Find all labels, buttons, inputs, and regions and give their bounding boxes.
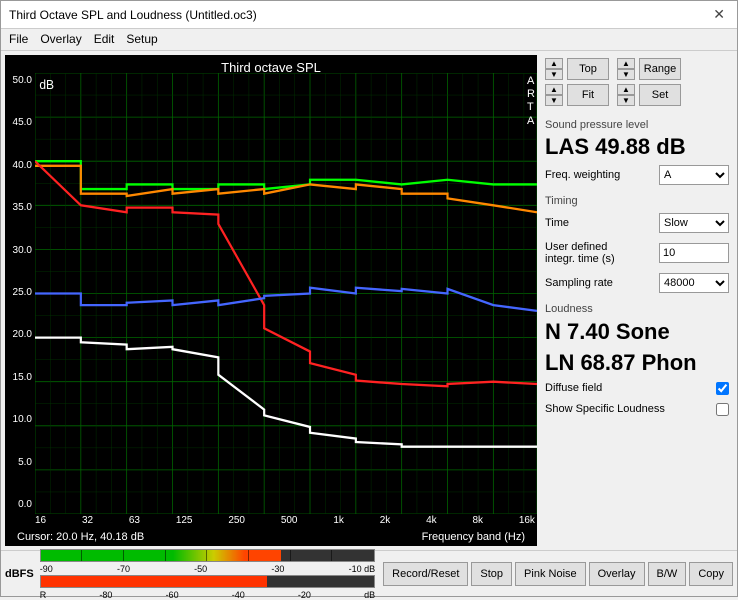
main-window: Third Octave SPL and Loudness (Untitled.… xyxy=(0,0,738,597)
level-row-2 xyxy=(40,574,375,590)
x-axis: 16 32 63 125 250 500 1k 2k 4k 8k 16k xyxy=(35,514,537,528)
range-spinner: ▲ ▼ xyxy=(617,58,635,80)
level-fill-2 xyxy=(41,576,268,587)
set-spinner: ▲ ▼ xyxy=(617,84,635,106)
menu-overlay[interactable]: Overlay xyxy=(40,32,81,47)
svg-text:dB: dB xyxy=(39,78,54,92)
sampling-rate-row: Sampling rate 48000 44100 96000 xyxy=(545,273,729,293)
loudness-n-value: N 7.40 Sone xyxy=(545,319,729,345)
sampling-rate-select[interactable]: 48000 44100 96000 xyxy=(659,273,729,293)
fit-down-btn[interactable]: ▼ xyxy=(545,95,563,106)
stop-button[interactable]: Stop xyxy=(471,562,512,586)
spl-section-label: Sound pressure level xyxy=(545,119,729,131)
close-button[interactable]: ✕ xyxy=(709,6,729,23)
menu-setup[interactable]: Setup xyxy=(126,32,157,47)
show-specific-row: Show Specific Loudness xyxy=(545,403,729,416)
arta-label: ARTA xyxy=(527,75,535,128)
level-row-1 xyxy=(40,548,375,564)
range-set-group: ▲ ▼ Range ▲ ▼ Set xyxy=(617,57,681,107)
time-row: Time Slow Fast Impulse xyxy=(545,213,729,233)
scale-row-1: -90 -70 -50 -30 -10 dB xyxy=(40,564,375,574)
copy-button[interactable]: Copy xyxy=(689,562,733,586)
sampling-rate-label: Sampling rate xyxy=(545,277,613,289)
freq-weighting-row: Freq. weighting A B C Z xyxy=(545,165,729,185)
overlay-button[interactable]: Overlay xyxy=(589,562,645,586)
integr-row: User definedintegr. time (s) xyxy=(545,241,729,265)
freq-weighting-select[interactable]: A B C Z xyxy=(659,165,729,185)
level-fill-1 xyxy=(41,550,281,561)
fit-spinner: ▲ ▼ xyxy=(545,84,563,106)
fit-up-btn[interactable]: ▲ xyxy=(545,84,563,95)
level-bar-2 xyxy=(40,575,375,588)
spl-value: LAS 49.88 dB xyxy=(545,135,729,159)
set-up-btn[interactable]: ▲ xyxy=(617,84,635,95)
diffuse-field-checkbox[interactable] xyxy=(716,382,729,395)
level-meters: -90 -70 -50 -30 -10 dB R -80 -60 -40 -20… xyxy=(40,548,375,600)
diffuse-field-label: Diffuse field xyxy=(545,382,602,394)
content-area: Third octave SPL ARTA 50.0 45.0 40.0 35.… xyxy=(1,51,737,550)
integr-label: User definedintegr. time (s) xyxy=(545,241,615,265)
pink-noise-button[interactable]: Pink Noise xyxy=(515,562,586,586)
diffuse-field-row: Diffuse field xyxy=(545,382,729,395)
level-bar-1 xyxy=(40,549,375,562)
bottom-buttons: Record/Reset Stop Pink Noise Overlay B/W… xyxy=(383,562,733,586)
top-fit-group: ▲ ▼ Top ▲ ▼ Fit xyxy=(545,57,609,107)
bw-button[interactable]: B/W xyxy=(648,562,687,586)
loudness-section-label: Loudness xyxy=(545,303,729,315)
y-axis: 50.0 45.0 40.0 35.0 30.0 25.0 20.0 15.0 … xyxy=(5,73,35,528)
menu-file[interactable]: File xyxy=(9,32,28,47)
scale-row-2: R -80 -60 -40 -20 dB xyxy=(40,590,375,600)
integr-input[interactable] xyxy=(659,243,729,263)
loudness-ln-value: LN 68.87 Phon xyxy=(545,350,729,376)
timing-label: Timing xyxy=(545,195,729,207)
chart-title: Third octave SPL xyxy=(5,57,537,75)
set-down-btn[interactable]: ▼ xyxy=(617,95,635,106)
top-down-btn[interactable]: ▼ xyxy=(545,69,563,80)
chart-container: Third octave SPL ARTA 50.0 45.0 40.0 35.… xyxy=(5,55,537,546)
freq-band-label: Frequency band (Hz) xyxy=(414,529,533,545)
range-down-btn[interactable]: ▼ xyxy=(617,69,635,80)
window-title: Third Octave SPL and Loudness (Untitled.… xyxy=(9,8,257,22)
time-select[interactable]: Slow Fast Impulse xyxy=(659,213,729,233)
menu-bar: File Overlay Edit Setup xyxy=(1,29,737,51)
top-button[interactable]: Top xyxy=(567,58,609,80)
title-bar: Third Octave SPL and Loudness (Untitled.… xyxy=(1,1,737,29)
cursor-info: Cursor: 20.0 Hz, 40.18 dB xyxy=(9,529,152,545)
time-label: Time xyxy=(545,217,569,229)
bottom-bar: dBFS xyxy=(1,550,737,596)
top-spinner: ▲ ▼ xyxy=(545,58,563,80)
range-up-btn[interactable]: ▲ xyxy=(617,58,635,69)
show-specific-label: Show Specific Loudness xyxy=(545,403,665,415)
freq-weighting-label: Freq. weighting xyxy=(545,169,620,181)
record-reset-button[interactable]: Record/Reset xyxy=(383,562,468,586)
range-button[interactable]: Range xyxy=(639,58,681,80)
menu-edit[interactable]: Edit xyxy=(94,32,115,47)
dbfs-label: dBFS xyxy=(5,568,34,580)
show-specific-checkbox[interactable] xyxy=(716,403,729,416)
fit-button[interactable]: Fit xyxy=(567,84,609,106)
right-panel: ▲ ▼ Top ▲ ▼ Fit xyxy=(537,51,737,550)
set-button[interactable]: Set xyxy=(639,84,681,106)
top-up-btn[interactable]: ▲ xyxy=(545,58,563,69)
top-controls: ▲ ▼ Top ▲ ▼ Fit xyxy=(545,57,729,107)
chart-svg: dB xyxy=(35,73,537,514)
chart-info-bar: Cursor: 20.0 Hz, 40.18 dB Frequency band… xyxy=(5,528,537,546)
